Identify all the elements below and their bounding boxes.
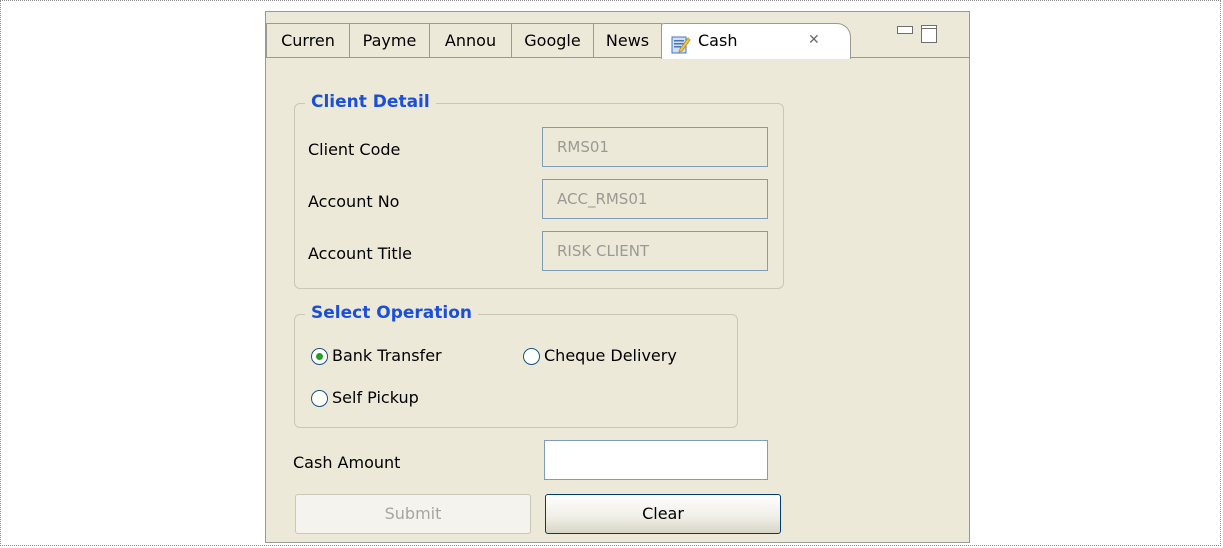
account-title-label: Account Title xyxy=(308,244,412,263)
client-code-label: Client Code xyxy=(308,140,401,159)
submit-button[interactable]: Submit xyxy=(295,494,531,534)
radio-bank-transfer-label: Bank Transfer xyxy=(332,346,442,365)
account-title-field: RISK CLIENT xyxy=(542,231,768,271)
tab-cash[interactable]: Cash ✕ xyxy=(661,23,851,59)
tab-news[interactable]: News xyxy=(593,23,662,58)
select-operation-title: Select Operation xyxy=(305,301,478,325)
radio-unchecked-icon xyxy=(523,347,540,365)
tab-curren[interactable]: Curren xyxy=(266,23,350,58)
tab-cash-label: Cash xyxy=(698,31,738,50)
cash-view-panel: Curren Payme Annou Google News Cash ✕ Cl… xyxy=(265,11,970,543)
client-detail-title: Client Detail xyxy=(305,90,436,114)
cash-amount-input[interactable] xyxy=(544,440,768,480)
account-no-label: Account No xyxy=(308,192,400,211)
account-no-field: ACC_RMS01 xyxy=(542,179,768,219)
maximize-icon[interactable] xyxy=(921,25,937,43)
tab-strip: Curren Payme Annou Google News Cash ✕ xyxy=(266,12,969,59)
tab-divider xyxy=(266,57,969,58)
tab-google[interactable]: Google xyxy=(511,23,594,58)
select-operation-group: Select Operation xyxy=(294,301,738,428)
minimize-icon[interactable] xyxy=(897,26,913,34)
radio-unchecked-icon xyxy=(311,389,328,407)
radio-cheque-delivery-label: Cheque Delivery xyxy=(544,346,677,365)
radio-bank-transfer[interactable]: Bank Transfer xyxy=(311,346,442,366)
radio-cheque-delivery[interactable]: Cheque Delivery xyxy=(523,346,677,366)
cash-amount-label: Cash Amount xyxy=(293,453,401,472)
clear-button[interactable]: Clear xyxy=(545,494,781,534)
radio-self-pickup[interactable]: Self Pickup xyxy=(311,388,419,408)
close-icon[interactable]: ✕ xyxy=(808,24,820,57)
radio-checked-icon xyxy=(311,347,328,365)
tab-annou[interactable]: Annou xyxy=(429,23,512,58)
radio-self-pickup-label: Self Pickup xyxy=(332,388,419,407)
client-code-field: RMS01 xyxy=(542,127,768,167)
tab-payme[interactable]: Payme xyxy=(349,23,430,58)
edit-form-icon xyxy=(671,32,691,54)
